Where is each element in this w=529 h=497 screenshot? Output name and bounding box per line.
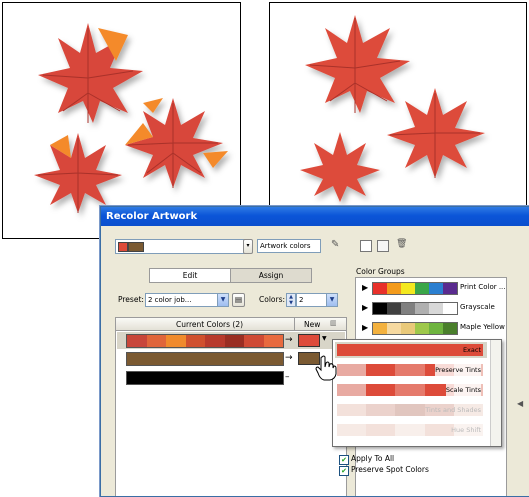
no-mapping-dash: – xyxy=(285,372,290,382)
mapping-arrow-icon: → xyxy=(285,353,293,363)
color-row-brown[interactable]: → xyxy=(117,350,345,367)
color-group-swatches xyxy=(372,282,458,295)
mapping-arrow-icon: → xyxy=(285,335,293,345)
current-color-strip xyxy=(126,334,284,348)
chevron-down-icon: ▼ xyxy=(326,294,337,306)
color-group-name: Grayscale xyxy=(460,303,495,311)
colors-count-select[interactable]: 2 ▼ xyxy=(296,293,338,307)
menu-item-label: Tints and Shades xyxy=(425,406,481,414)
color-group-swatches xyxy=(372,322,458,335)
recolor-artwork-dialog: Recolor Artwork ▾ Artwork colors ✎ 🗑 Edi… xyxy=(100,206,529,497)
maple-leaf-bottom xyxy=(34,133,122,213)
preset-value: 2 color job... xyxy=(148,296,192,304)
color-row-red[interactable]: → ▼ xyxy=(117,332,345,349)
eyedropper-icon[interactable]: ✎ xyxy=(331,239,343,251)
colors-stepper-icon[interactable]: ▲ ▼ xyxy=(286,293,296,307)
maple-leaf-bottom xyxy=(300,132,380,202)
color-row-black[interactable]: – xyxy=(117,369,345,386)
artwork-preview-recolored xyxy=(269,2,527,208)
menu-item-label: Exact xyxy=(462,346,481,354)
preset-options-icon[interactable]: ▤ xyxy=(232,293,245,307)
menu-item-preserve-tints[interactable]: Preserve Tints xyxy=(335,362,487,378)
new-colors-header: New xyxy=(304,320,321,329)
maple-leaf-top xyxy=(305,15,410,113)
colors-count-value: 2 xyxy=(299,296,304,304)
artwork-preview-original xyxy=(2,2,241,239)
menu-item-hue-shift[interactable]: Hue Shift xyxy=(335,422,487,438)
expand-triangle-icon[interactable]: ▶ xyxy=(362,283,368,292)
expand-triangle-icon[interactable]: ▶ xyxy=(362,303,368,312)
colors-label: Colors: xyxy=(259,295,286,304)
color-group-item[interactable]: ▶ Maple Yellow xyxy=(356,320,506,336)
maple-leaf-right xyxy=(387,88,485,178)
active-color-swatch-brown xyxy=(128,242,144,252)
tab-assign[interactable]: Assign xyxy=(230,268,312,283)
current-color-strip xyxy=(126,352,284,366)
menu-item-exact[interactable]: Exact xyxy=(335,342,487,358)
column-divider xyxy=(294,318,295,330)
menu-item-label: Preserve Tints xyxy=(435,364,481,376)
preset-select[interactable]: 2 color job... ▼ xyxy=(145,293,229,307)
color-group-name: Maple Yellow xyxy=(460,323,505,331)
menu-item-label: Hue Shift xyxy=(451,426,481,434)
preserve-spot-colors-label: Preserve Spot Colors xyxy=(351,465,429,474)
color-groups-title: Color Groups xyxy=(356,267,405,276)
preserve-spot-colors-checkbox[interactable]: ✔ xyxy=(339,466,349,476)
chevron-down-icon[interactable]: ▼ xyxy=(322,335,327,342)
active-color-swatch-red xyxy=(118,242,128,252)
color-group-item[interactable]: ▶ Print Color ... xyxy=(356,280,506,296)
new-color-swatch-red[interactable] xyxy=(298,334,320,347)
maple-leaf-right xyxy=(125,98,223,188)
column-menu-icon[interactable]: ▥ xyxy=(330,319,337,327)
menu-item-swatch xyxy=(337,344,483,356)
apply-to-all-checkbox[interactable]: ✔ xyxy=(339,455,349,465)
current-colors-table: Current Colors (2) New ▥ → ▼ → – xyxy=(115,317,347,496)
preset-label: Preset: xyxy=(118,295,144,304)
color-group-name: Print Color ... xyxy=(460,283,506,291)
apply-to-all-label: Apply To All xyxy=(351,454,395,463)
current-color-strip xyxy=(126,371,284,385)
dialog-title: Recolor Artwork xyxy=(101,207,529,226)
color-group-swatches xyxy=(372,302,458,315)
hand-cursor-icon xyxy=(315,355,337,381)
maple-leaf-top xyxy=(38,23,143,123)
expand-triangle-icon[interactable]: ▶ xyxy=(362,323,368,332)
new-group-icon[interactable] xyxy=(377,240,389,252)
color-mode-popup-menu: Exact Preserve Tints Scale Tints Tints a… xyxy=(332,339,502,447)
active-colors-field[interactable] xyxy=(115,239,245,254)
chevron-down-icon: ▼ xyxy=(217,294,228,306)
tab-edit[interactable]: Edit xyxy=(149,268,231,283)
delete-icon[interactable]: 🗑 xyxy=(396,239,407,250)
current-colors-header: Current Colors (2) xyxy=(176,320,244,329)
menu-item-label: Scale Tints xyxy=(445,384,481,396)
menu-item-scale-tints[interactable]: Scale Tints xyxy=(335,382,487,398)
popup-scrollbar[interactable] xyxy=(490,340,501,446)
collapse-panel-arrow-icon[interactable]: ◀ xyxy=(517,399,523,408)
save-group-icon[interactable] xyxy=(360,240,372,252)
color-group-item[interactable]: ▶ Grayscale xyxy=(356,300,506,316)
menu-item-tints-and-shades[interactable]: Tints and Shades xyxy=(335,402,487,418)
artwork-colors-name-field[interactable]: Artwork colors xyxy=(257,239,321,253)
active-colors-dropdown[interactable]: ▾ xyxy=(243,239,253,254)
table-header: Current Colors (2) New ▥ xyxy=(116,318,346,331)
